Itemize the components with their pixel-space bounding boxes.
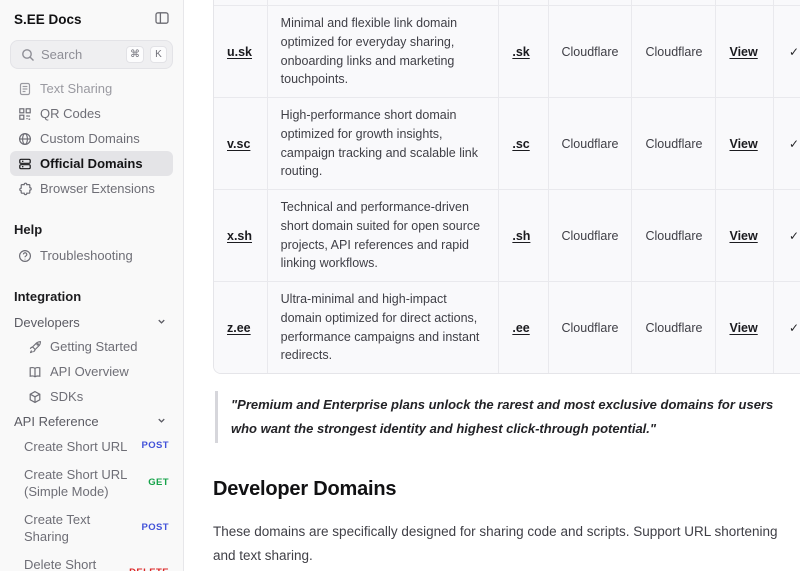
domain-description: Ultra-minimal and high-impact domain opt… — [268, 282, 500, 373]
sidebar-item-browser-extensions[interactable]: Browser Extensions — [10, 176, 173, 201]
sidebar-item-delete-short-url[interactable]: Delete Short URL DELETE — [10, 551, 173, 571]
table-row: x.sh Technical and performance-driven sh… — [214, 190, 800, 282]
dns-value: Cloudflare — [549, 6, 633, 98]
method-badge: POST — [142, 440, 169, 453]
domain-link[interactable]: x.sh — [227, 229, 252, 243]
tld-link[interactable]: .ee — [512, 321, 529, 335]
table-row: v.sc High-performance short domain optim… — [214, 98, 800, 190]
search-icon — [20, 47, 35, 62]
sidebar-item-label: Troubleshooting — [40, 248, 133, 263]
search-placeholder: Search — [41, 47, 120, 62]
domain-description: Technical and performance-driven short d… — [268, 190, 500, 282]
group-label: Developers — [14, 315, 80, 330]
sidebar-item-label: SDKs — [50, 389, 83, 404]
book-open-icon — [27, 364, 42, 379]
dns-value: Cloudflare — [549, 282, 633, 373]
rocket-icon — [27, 339, 42, 354]
cdn-value: Cloudflare — [632, 282, 716, 373]
sidebar-header: S.EE Docs — [10, 8, 173, 28]
sidebar-item-label: Custom Domains — [40, 131, 140, 146]
domain-description: High-performance short domain optimized … — [268, 98, 500, 190]
server-rows-icon — [17, 156, 32, 171]
sidebar-item-label: Getting Started — [50, 339, 137, 354]
dnssec-view-link[interactable]: View — [729, 137, 757, 151]
domain-link[interactable]: z.ee — [227, 321, 251, 335]
main-content: u.sk Minimal and flexible link domain op… — [184, 0, 800, 571]
developers-children: Getting Started API Overview SDKs — [20, 334, 173, 409]
group-api-reference[interactable]: API Reference — [10, 409, 173, 433]
cdn-value: Cloudflare — [632, 190, 716, 282]
sidebar-item-sdks[interactable]: SDKs — [20, 384, 173, 409]
domain-link[interactable]: u.sk — [227, 45, 252, 59]
qr-code-icon — [17, 106, 32, 121]
tld-link[interactable]: .sh — [512, 229, 530, 243]
hsts-check: ✓ — [774, 98, 800, 190]
hsts-check: ✓ — [774, 190, 800, 282]
method-badge: DELETE — [129, 567, 169, 571]
puzzle-icon — [17, 181, 32, 196]
chevron-down-icon — [156, 414, 167, 429]
hsts-check: ✓ — [774, 282, 800, 373]
dnssec-view-link[interactable]: View — [729, 321, 757, 335]
sidebar-item-troubleshooting[interactable]: Troubleshooting — [10, 243, 173, 268]
panel-left-icon — [154, 10, 170, 29]
sidebar-item-custom-domains[interactable]: Custom Domains — [10, 126, 173, 151]
method-badge: GET — [148, 477, 169, 490]
chevron-down-icon — [156, 315, 167, 330]
domain-description: Minimal and flexible link domain optimiz… — [268, 6, 500, 98]
section-heading-help: Help — [14, 222, 169, 237]
developer-domains-intro: These domains are specifically designed … — [213, 520, 791, 569]
sidebar-item-text-sharing[interactable]: Text Sharing — [10, 76, 173, 101]
sidebar-item-label: API Overview — [50, 364, 129, 379]
sidebar-item-create-short-url[interactable]: Create Short URL POST — [10, 433, 173, 461]
official-domains-table: u.sk Minimal and flexible link domain op… — [213, 0, 800, 374]
group-label: API Reference — [14, 414, 99, 429]
cdn-value: Cloudflare — [632, 6, 716, 98]
kbd-cmd: ⌘ — [126, 46, 144, 63]
table-row: u.sk Minimal and flexible link domain op… — [214, 6, 800, 98]
sidebar-item-getting-started[interactable]: Getting Started — [20, 334, 173, 359]
group-developers[interactable]: Developers — [10, 310, 173, 334]
primary-nav: Text Sharing QR Codes Custom Domains — [10, 76, 173, 201]
hsts-check: ✓ — [774, 6, 800, 98]
sidebar-item-qr-codes[interactable]: QR Codes — [10, 101, 173, 126]
premium-quote: "Premium and Enterprise plans unlock the… — [215, 391, 780, 443]
section-heading-integration: Integration — [14, 289, 169, 304]
sidebar-item-create-short-url-simple[interactable]: Create Short URL (Simple Mode) GET — [10, 461, 173, 506]
package-icon — [27, 389, 42, 404]
cdn-value: Cloudflare — [632, 98, 716, 190]
app-title: S.EE Docs — [14, 12, 82, 27]
globe-icon — [17, 131, 32, 146]
sidebar-item-official-domains[interactable]: Official Domains — [10, 151, 173, 176]
dns-value: Cloudflare — [549, 190, 633, 282]
sidebar-item-label: Text Sharing — [40, 81, 112, 96]
sidebar-item-create-text-sharing[interactable]: Create Text Sharing POST — [10, 506, 173, 551]
tld-link[interactable]: .sk — [512, 45, 529, 59]
page-heading-developer-domains: Developer Domains — [213, 478, 800, 501]
tld-link[interactable]: .sc — [512, 137, 529, 151]
method-badge: POST — [142, 522, 169, 535]
api-reference-children: Create Short URL POST Create Short URL (… — [10, 433, 173, 571]
sidebar-item-label: QR Codes — [40, 106, 101, 121]
sidebar: S.EE Docs Search ⌘ K Text Sharing — [0, 0, 184, 571]
kbd-k: K — [150, 46, 167, 63]
dnssec-view-link[interactable]: View — [729, 229, 757, 243]
dnssec-view-link[interactable]: View — [729, 45, 757, 59]
dns-value: Cloudflare — [549, 98, 633, 190]
table-row: z.ee Ultra-minimal and high-impact domai… — [214, 282, 800, 373]
file-text-icon — [17, 81, 32, 96]
sidebar-item-label: Browser Extensions — [40, 181, 155, 196]
sidebar-item-api-overview[interactable]: API Overview — [20, 359, 173, 384]
search-input[interactable]: Search ⌘ K — [10, 40, 173, 69]
sidebar-collapse-button[interactable] — [153, 10, 171, 28]
sidebar-item-label: Official Domains — [40, 156, 143, 171]
help-circle-icon — [17, 248, 32, 263]
domain-link[interactable]: v.sc — [227, 137, 250, 151]
